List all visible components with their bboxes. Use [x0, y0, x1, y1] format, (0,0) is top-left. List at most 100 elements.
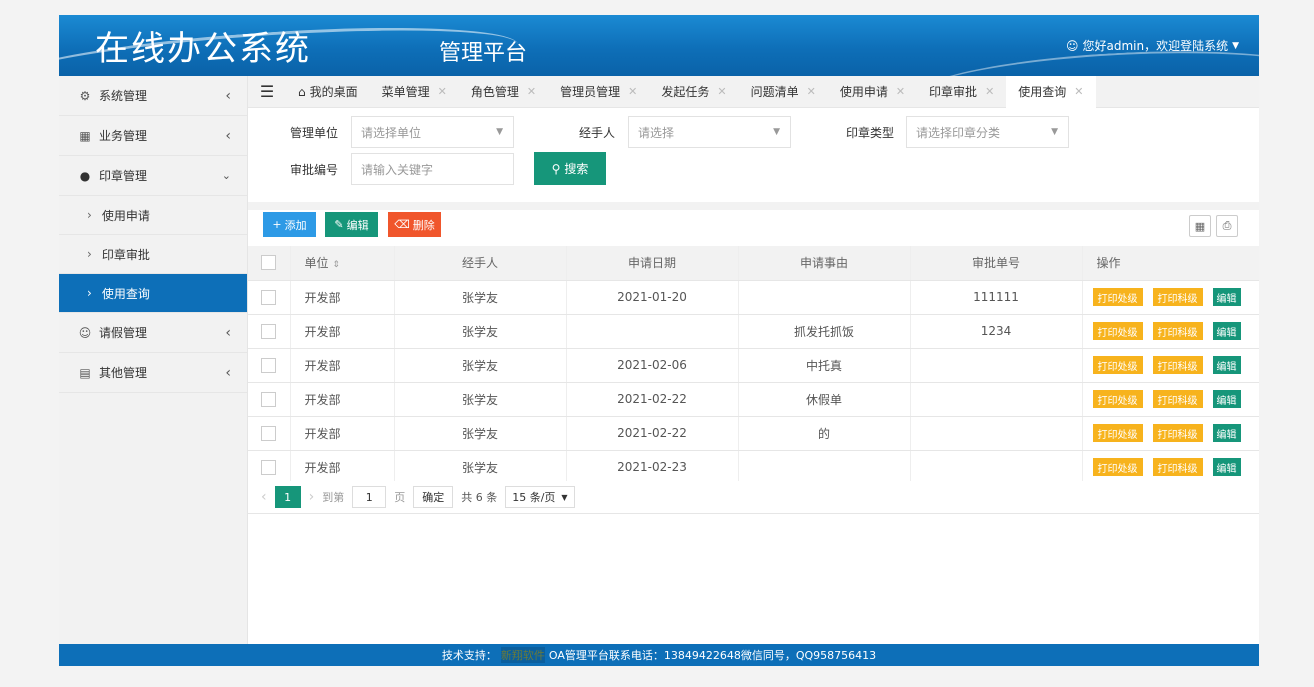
row-checkbox[interactable]	[248, 382, 291, 417]
user-menu[interactable]: ☺ 您好admin，欢迎登陆系统 ▼	[1066, 37, 1239, 54]
print-section-button[interactable]: 打印科级	[1152, 458, 1203, 476]
close-icon[interactable]: ✕	[628, 85, 637, 98]
table-row[interactable]: 开发部 张学友 2021-02-23 打印处级 打印科级 编辑	[248, 450, 1259, 485]
print-division-button[interactable]: 打印处级	[1092, 424, 1143, 442]
sidebar-subitem-query[interactable]: › 使用查询	[59, 274, 247, 313]
seal-type-select[interactable]: 请选择印章分类 ▼	[906, 116, 1069, 148]
tab-use-apply[interactable]: 使用申请 ✕	[828, 76, 917, 108]
cell-date: 2021-02-23	[566, 450, 739, 485]
close-icon[interactable]: ✕	[1074, 85, 1083, 98]
table-row[interactable]: 开发部 张学友 2021-02-22 休假单 打印处级 打印科级 编辑	[248, 382, 1259, 417]
table-row[interactable]: 开发部 张学友 2021-02-22 的 打印处级 打印科级 编辑	[248, 416, 1259, 451]
close-icon[interactable]: ✕	[896, 85, 905, 98]
sidebar-item-system[interactable]: ⚙ 系统管理 ‹	[59, 76, 247, 116]
print-section-button[interactable]: 打印科级	[1152, 322, 1203, 340]
cell-approval-no	[910, 348, 1083, 383]
tab-label: 发起任务	[661, 85, 710, 99]
table-row[interactable]: 开发部 张学友 2021-01-20 111111 打印处级 打印科级 编辑	[248, 280, 1259, 315]
unit-select[interactable]: 请选择单位 ▼	[351, 116, 514, 148]
print-division-button[interactable]: 打印处级	[1092, 288, 1143, 306]
circle-icon: ●	[79, 168, 91, 183]
delete-button[interactable]: ⌫ 删除	[388, 212, 441, 237]
row-checkbox[interactable]	[248, 416, 291, 451]
page-number-current[interactable]: 1	[274, 486, 301, 508]
row-edit-button[interactable]: 编辑	[1212, 458, 1241, 476]
row-edit-button[interactable]: 编辑	[1212, 288, 1241, 306]
print-division-button[interactable]: 打印处级	[1092, 390, 1143, 408]
tab-label: 问题清单	[750, 85, 799, 99]
add-button[interactable]: + 添加	[263, 212, 316, 237]
close-icon[interactable]: ✕	[527, 85, 536, 98]
sidebar-subitem-approval[interactable]: › 印章审批	[59, 235, 247, 274]
row-edit-button[interactable]: 编辑	[1212, 356, 1241, 374]
print-section-button[interactable]: 打印科级	[1152, 424, 1203, 442]
close-icon[interactable]: ✕	[438, 85, 447, 98]
tab-role-mgmt[interactable]: 角色管理 ✕	[459, 76, 548, 108]
page-size-select[interactable]: 15 条/页 ▼	[505, 486, 575, 508]
close-icon[interactable]: ✕	[807, 85, 816, 98]
search-button[interactable]: ⚲ 搜索	[534, 152, 606, 185]
next-page-icon[interactable]: ›	[309, 489, 315, 505]
home-icon: ⌂	[298, 84, 306, 99]
sidebar-item-other[interactable]: ▤ 其他管理 ‹	[59, 353, 247, 393]
tab-use-query[interactable]: 使用查询 ✕	[1006, 75, 1096, 108]
row-checkbox[interactable]	[248, 314, 291, 349]
goto-confirm-button[interactable]: 确定	[413, 486, 454, 508]
print-section-button[interactable]: 打印科级	[1152, 356, 1203, 374]
tab-issue-list[interactable]: 问题清单 ✕	[739, 76, 828, 108]
row-edit-button[interactable]: 编辑	[1212, 390, 1241, 408]
tab-admin-mgmt[interactable]: 管理员管理 ✕	[548, 76, 649, 108]
chevron-left-icon: ‹	[225, 127, 231, 144]
row-checkbox[interactable]	[248, 450, 291, 485]
row-edit-button[interactable]: 编辑	[1212, 424, 1241, 442]
table-row[interactable]: 开发部 张学友 2021-02-06 中托真 打印处级 打印科级 编辑	[248, 348, 1259, 383]
sidebar-item-label: 系统管理	[99, 89, 148, 103]
cell-handler: 张学友	[394, 280, 567, 315]
cell-approval-no: 111111	[910, 280, 1083, 315]
tab-menu-mgmt[interactable]: 菜单管理 ✕	[370, 76, 459, 108]
row-edit-button[interactable]: 编辑	[1212, 322, 1241, 340]
sidebar-item-leave[interactable]: ☺ 请假管理 ‹	[59, 313, 247, 353]
column-header-handler: 经手人	[394, 246, 567, 281]
print-division-button[interactable]: 打印处级	[1092, 356, 1143, 374]
print-icon[interactable]: ⎙	[1216, 215, 1238, 237]
footer-brand: 新翔软件	[500, 647, 545, 663]
sidebar-item-label: 请假管理	[99, 326, 148, 340]
goto-page-input[interactable]: 1	[352, 486, 387, 508]
add-button-label: 添加	[284, 218, 307, 232]
close-icon[interactable]: ✕	[985, 85, 994, 98]
close-icon[interactable]: ✕	[717, 85, 726, 98]
menu-toggle-icon[interactable]: ☰	[248, 82, 286, 101]
sidebar-item-business[interactable]: ▦ 业务管理 ‹	[59, 116, 247, 156]
print-section-button[interactable]: 打印科级	[1152, 288, 1203, 306]
print-division-button[interactable]: 打印处级	[1092, 458, 1143, 476]
print-division-button[interactable]: 打印处级	[1092, 322, 1143, 340]
edit-button[interactable]: ✎ 编辑	[325, 212, 378, 237]
sidebar-subitem-apply[interactable]: › 使用申请	[59, 196, 247, 235]
handler-select[interactable]: 请选择 ▼	[628, 116, 791, 148]
sidebar-subitem-label: 使用申请	[101, 208, 150, 223]
cell-reason: 抓发托抓饭	[738, 314, 911, 349]
columns-icon[interactable]: ▦	[1189, 215, 1211, 237]
tab-desktop[interactable]: ⌂ 我的桌面	[286, 76, 370, 108]
prev-page-icon[interactable]: ‹	[261, 489, 267, 505]
pagination: ‹ 1 › 到第 1 页 确定 共 6 条 15 条/页 ▼	[248, 481, 1259, 514]
select-all-checkbox[interactable]	[248, 246, 291, 281]
print-section-button[interactable]: 打印科级	[1152, 390, 1203, 408]
tab-seal-approval[interactable]: 印章审批 ✕	[917, 76, 1006, 108]
user-greeting: 您好admin，欢迎登陆系统	[1082, 39, 1229, 53]
approval-no-input[interactable]: 请输入关键字	[351, 153, 514, 185]
tab-label: 角色管理	[470, 85, 519, 99]
row-checkbox[interactable]	[248, 280, 291, 315]
cell-reason: 的	[738, 416, 911, 451]
row-checkbox[interactable]	[248, 348, 291, 383]
table-row[interactable]: 开发部 张学友 抓发托抓饭 1234 打印处级 打印科级 编辑	[248, 314, 1259, 349]
cell-unit: 开发部	[290, 450, 395, 485]
column-header-unit[interactable]: 单位 ⇕	[290, 246, 395, 281]
cell-handler: 张学友	[394, 450, 567, 485]
doc-icon: ▤	[79, 365, 91, 380]
tab-start-task[interactable]: 发起任务 ✕	[649, 76, 738, 108]
column-header-date: 申请日期	[566, 246, 739, 281]
footer: 技术支持： 新翔软件 OA管理平台联系电话：13849422648微信同号，QQ…	[59, 644, 1259, 666]
sidebar-item-seal[interactable]: ● 印章管理 ⌄	[59, 156, 247, 196]
